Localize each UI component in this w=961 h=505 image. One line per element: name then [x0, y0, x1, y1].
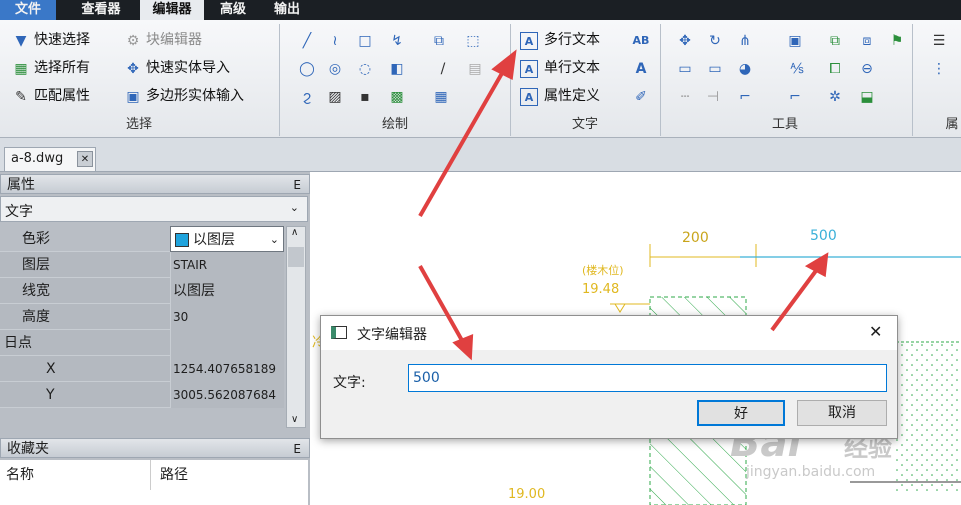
arrow-head [452, 333, 474, 361]
arrow-head [804, 252, 829, 278]
arrow-head [491, 49, 517, 81]
arrow-to-dim [770, 266, 820, 332]
arrow-to-stext [418, 67, 507, 217]
arrow-to-input [418, 265, 466, 345]
annotation-overlay [418, 49, 829, 361]
